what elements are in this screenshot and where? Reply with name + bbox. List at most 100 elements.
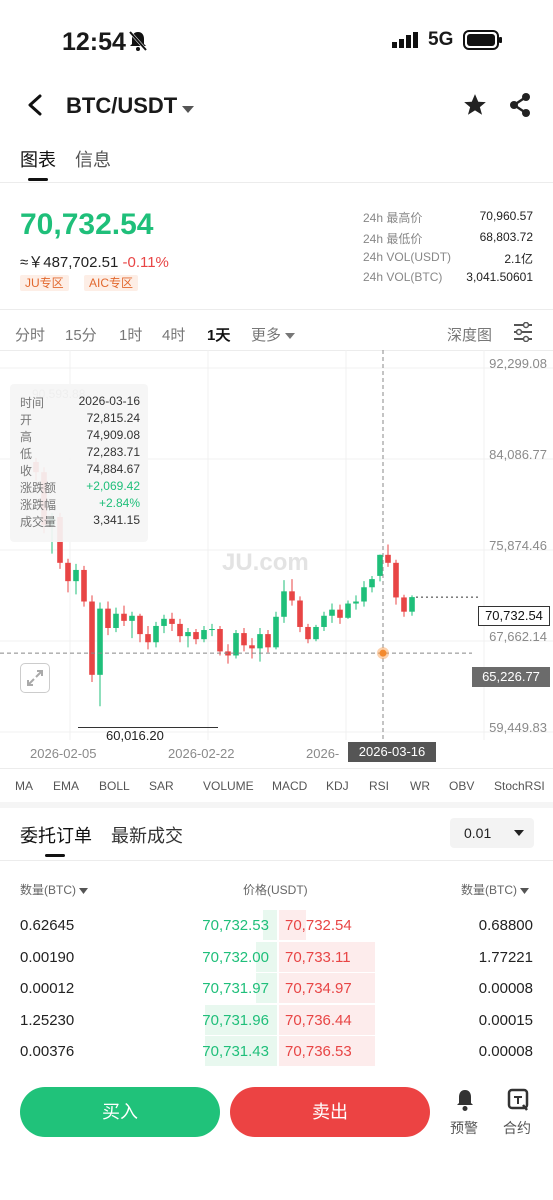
contract-label[interactable]: 合约	[503, 1118, 531, 1138]
badge-aic-zone[interactable]: AIC专区	[84, 275, 139, 291]
indicator-ema[interactable]: EMA	[53, 779, 79, 793]
orderbook-row[interactable]: 0.00376 70,731.43 70,736.53 0.00008	[0, 1036, 553, 1066]
candle-body	[377, 554, 383, 576]
candle-body	[313, 626, 319, 640]
candle-body	[297, 600, 303, 627]
alert-label[interactable]: 预警	[450, 1118, 478, 1138]
indicator-rsi[interactable]: RSI	[369, 779, 389, 793]
caret-down-icon	[520, 888, 530, 894]
bid-quantity: 1.25230	[20, 1011, 75, 1029]
header-bid-qty[interactable]: 数量(BTC)	[20, 881, 89, 898]
contract-icon[interactable]	[507, 1088, 529, 1117]
candle-body	[305, 626, 311, 640]
interval-more[interactable]: 更多	[251, 324, 296, 345]
x-tick: 2026-02-05	[30, 746, 97, 761]
stat-value: 70,960.57	[479, 209, 533, 223]
candle-body	[273, 616, 279, 648]
tab-info[interactable]: 信息	[75, 146, 111, 172]
candle-body	[361, 587, 367, 602]
signal-icon	[392, 32, 420, 53]
indicator-sar[interactable]: SAR	[149, 779, 174, 793]
bid-quantity: 0.00012	[20, 980, 75, 997]
pair-dropdown-icon[interactable]	[182, 101, 194, 119]
indicator-volume[interactable]: VOLUME	[203, 779, 254, 793]
alert-bell-icon[interactable]	[454, 1088, 476, 1117]
interval-15m[interactable]: 15分	[65, 324, 97, 345]
tab-orderbook[interactable]: 委托订单	[20, 822, 92, 848]
candle-body	[281, 591, 287, 617]
tooltip-row: 成交量 3,341.15	[20, 513, 140, 529]
candle-body	[81, 569, 87, 602]
back-arrow-icon[interactable]	[24, 92, 46, 123]
tooltip-row: 时间 2026-03-16	[20, 394, 140, 410]
tab-chart[interactable]: 图表	[20, 146, 56, 172]
candle-body	[265, 634, 271, 648]
interval-4h[interactable]: 4时	[162, 324, 185, 345]
candle-body	[249, 645, 255, 649]
caret-down-icon	[79, 888, 89, 894]
network-type: 5G	[428, 29, 454, 50]
indicator-kdj[interactable]: KDJ	[326, 779, 349, 793]
ask-price: 70,732.54	[285, 917, 352, 934]
indicator-obv[interactable]: OBV	[449, 779, 474, 793]
indicator-wr[interactable]: WR	[410, 779, 430, 793]
bid-price: 70,732.53	[202, 917, 269, 934]
tooltip-row: 收 74,884.67	[20, 462, 140, 478]
sell-button[interactable]: 卖出	[230, 1087, 430, 1137]
orderbook-row[interactable]: 0.00190 70,732.00 70,733.11 1.77221	[0, 941, 553, 972]
precision-value: 0.01	[464, 825, 492, 841]
depth-chart-tab[interactable]: 深度图	[447, 324, 492, 345]
price-cny: ≈￥487,702.51 -0.11%	[20, 251, 169, 272]
indicator-ma[interactable]: MA	[15, 779, 33, 793]
interval-1d[interactable]: 1天	[207, 324, 230, 345]
share-icon[interactable]	[508, 92, 532, 123]
chart-settings-icon[interactable]	[512, 321, 534, 347]
buy-button[interactable]: 买入	[20, 1087, 220, 1137]
candle-body	[153, 625, 159, 643]
stat-label: 24h 最低价	[363, 232, 423, 246]
battery-icon	[463, 30, 503, 55]
bid-quantity: 0.00190	[20, 948, 75, 966]
header-price: 价格(USDT)	[243, 883, 308, 897]
bid-price: 70,731.97	[202, 980, 269, 997]
candle-body	[257, 634, 263, 649]
divider	[0, 768, 553, 769]
tab-indicator	[28, 178, 48, 181]
candle-body	[169, 618, 175, 624]
tooltip-row: 涨跌额 +2,069.42	[20, 479, 140, 495]
candle-tooltip: 时间 2026-03-16 开 72,815.24 高 74,909.08 低 72,2…	[10, 384, 148, 542]
tooltip-row: 低 72,283.71	[20, 445, 140, 461]
indicator-stochrsi[interactable]: StochRSI	[494, 779, 545, 793]
orderbook-row[interactable]: 1.25230 70,731.96 70,736.44 0.00015	[0, 1004, 553, 1035]
pair-title[interactable]: BTC/USDT	[66, 93, 177, 119]
current-price-tag: 70,732.54	[478, 606, 550, 626]
bid-price: 70,731.43	[202, 1043, 269, 1060]
indicator-boll[interactable]: BOLL	[99, 779, 130, 793]
candle-body	[369, 579, 375, 588]
ask-price: 70,736.44	[285, 1011, 352, 1029]
interval-1h[interactable]: 1时	[119, 324, 142, 345]
candle-body	[129, 615, 135, 621]
candle-body	[161, 618, 167, 626]
interval-timeline[interactable]: 分时	[15, 324, 45, 345]
y-tick: 84,086.77	[489, 447, 547, 462]
fullscreen-expand-icon[interactable]	[20, 663, 50, 693]
candle-body	[97, 608, 103, 675]
tab-latest-trades[interactable]: 最新成交	[111, 822, 183, 848]
ask-price: 70,736.53	[285, 1043, 352, 1060]
badge-ju-zone[interactable]: JU专区	[20, 275, 69, 291]
precision-select[interactable]: 0.01	[450, 818, 534, 848]
candle-body	[217, 629, 223, 652]
candle-body	[385, 554, 391, 563]
favorite-star-icon[interactable]	[462, 92, 488, 123]
candle-body	[137, 615, 143, 635]
indicator-macd[interactable]: MACD	[272, 779, 307, 793]
candle-body	[353, 601, 359, 604]
orderbook-row[interactable]: 0.00012 70,731.97 70,734.97 0.00008	[0, 973, 553, 1003]
candle-body	[321, 615, 327, 627]
candle-body	[185, 632, 191, 637]
header-ask-qty[interactable]: 数量(BTC)	[461, 881, 530, 898]
candle-body	[121, 613, 127, 621]
orderbook-row[interactable]: 0.62645 70,732.53 70,732.54 0.68800	[0, 910, 553, 940]
candle-body	[201, 630, 207, 640]
